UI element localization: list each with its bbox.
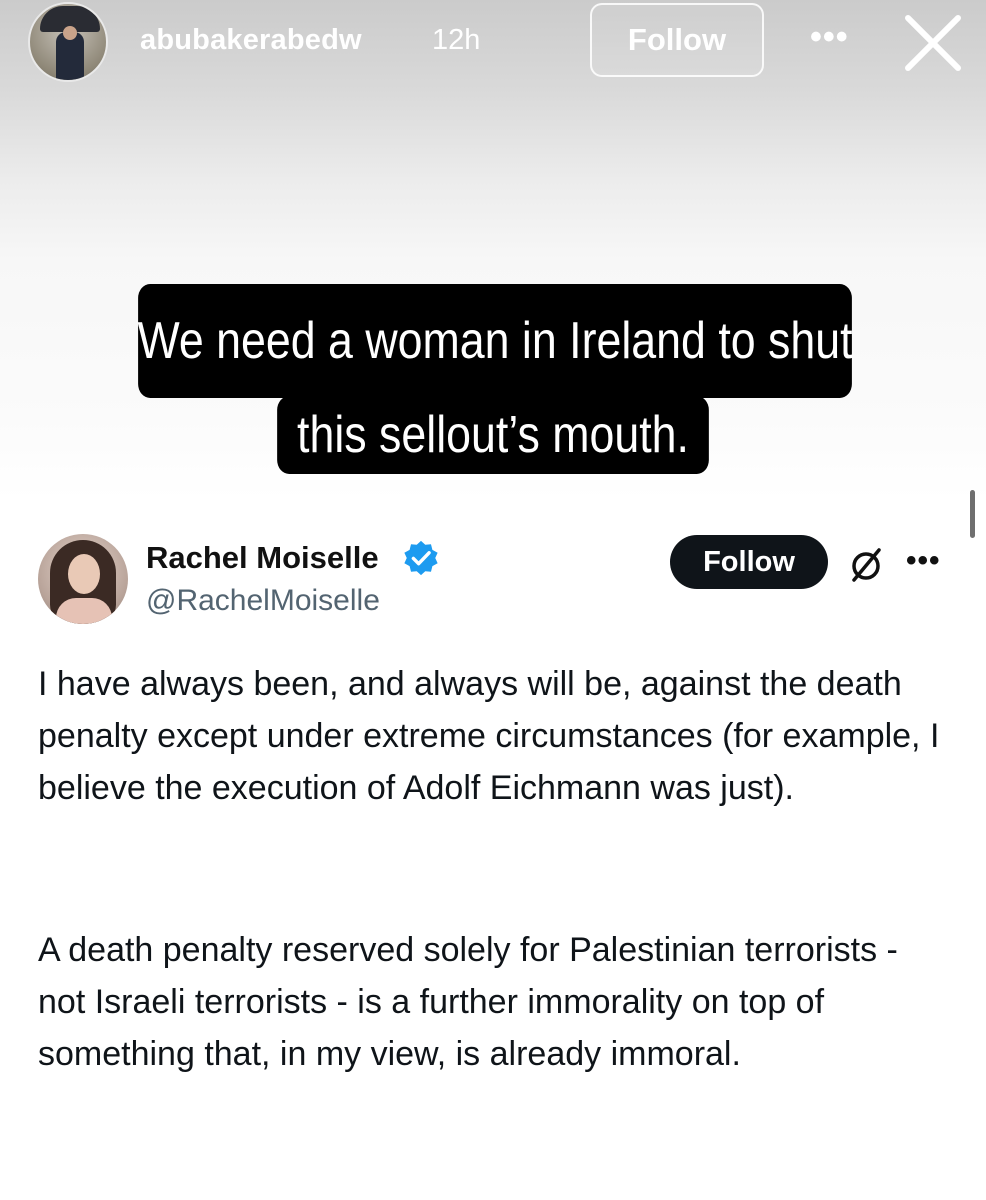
tweet-more-options-icon[interactable]: •••: [906, 544, 941, 578]
tweet-avatar[interactable]: [38, 534, 128, 624]
story-screen: abubakerabedw 12h Follow ••• We need a w…: [0, 0, 986, 1200]
tweet-paragraph-1: I have always been, and always will be, …: [38, 665, 940, 807]
story-username[interactable]: abubakerabedw: [140, 24, 362, 57]
caption-text-2: this sellout’s mouth.: [297, 406, 689, 464]
tweet-paragraph-2: A death penalty reserved solely for Pale…: [38, 931, 898, 1073]
story-avatar[interactable]: [28, 2, 108, 82]
story-caption-line-2: this sellout’s mouth.: [277, 396, 709, 474]
caption-text-1: We need a woman in Ireland to shut: [137, 312, 853, 370]
scroll-indicator: [970, 490, 975, 538]
avatar-face: [63, 26, 77, 40]
grok-icon[interactable]: [846, 545, 886, 585]
avatar-face: [68, 554, 100, 594]
story-follow-button[interactable]: Follow: [590, 3, 764, 77]
tweet-follow-button[interactable]: Follow: [670, 535, 828, 589]
story-more-options-icon[interactable]: •••: [810, 18, 849, 57]
tweet-author-handle[interactable]: @RachelMoiselle: [146, 584, 380, 618]
story-timestamp: 12h: [432, 24, 481, 56]
tweet-author-name[interactable]: Rachel Moiselle: [146, 540, 379, 576]
verified-badge-icon: [404, 540, 438, 576]
avatar-dress: [56, 598, 112, 624]
story-caption-line-1: We need a woman in Ireland to shut: [137, 284, 853, 398]
close-icon[interactable]: [902, 12, 964, 74]
